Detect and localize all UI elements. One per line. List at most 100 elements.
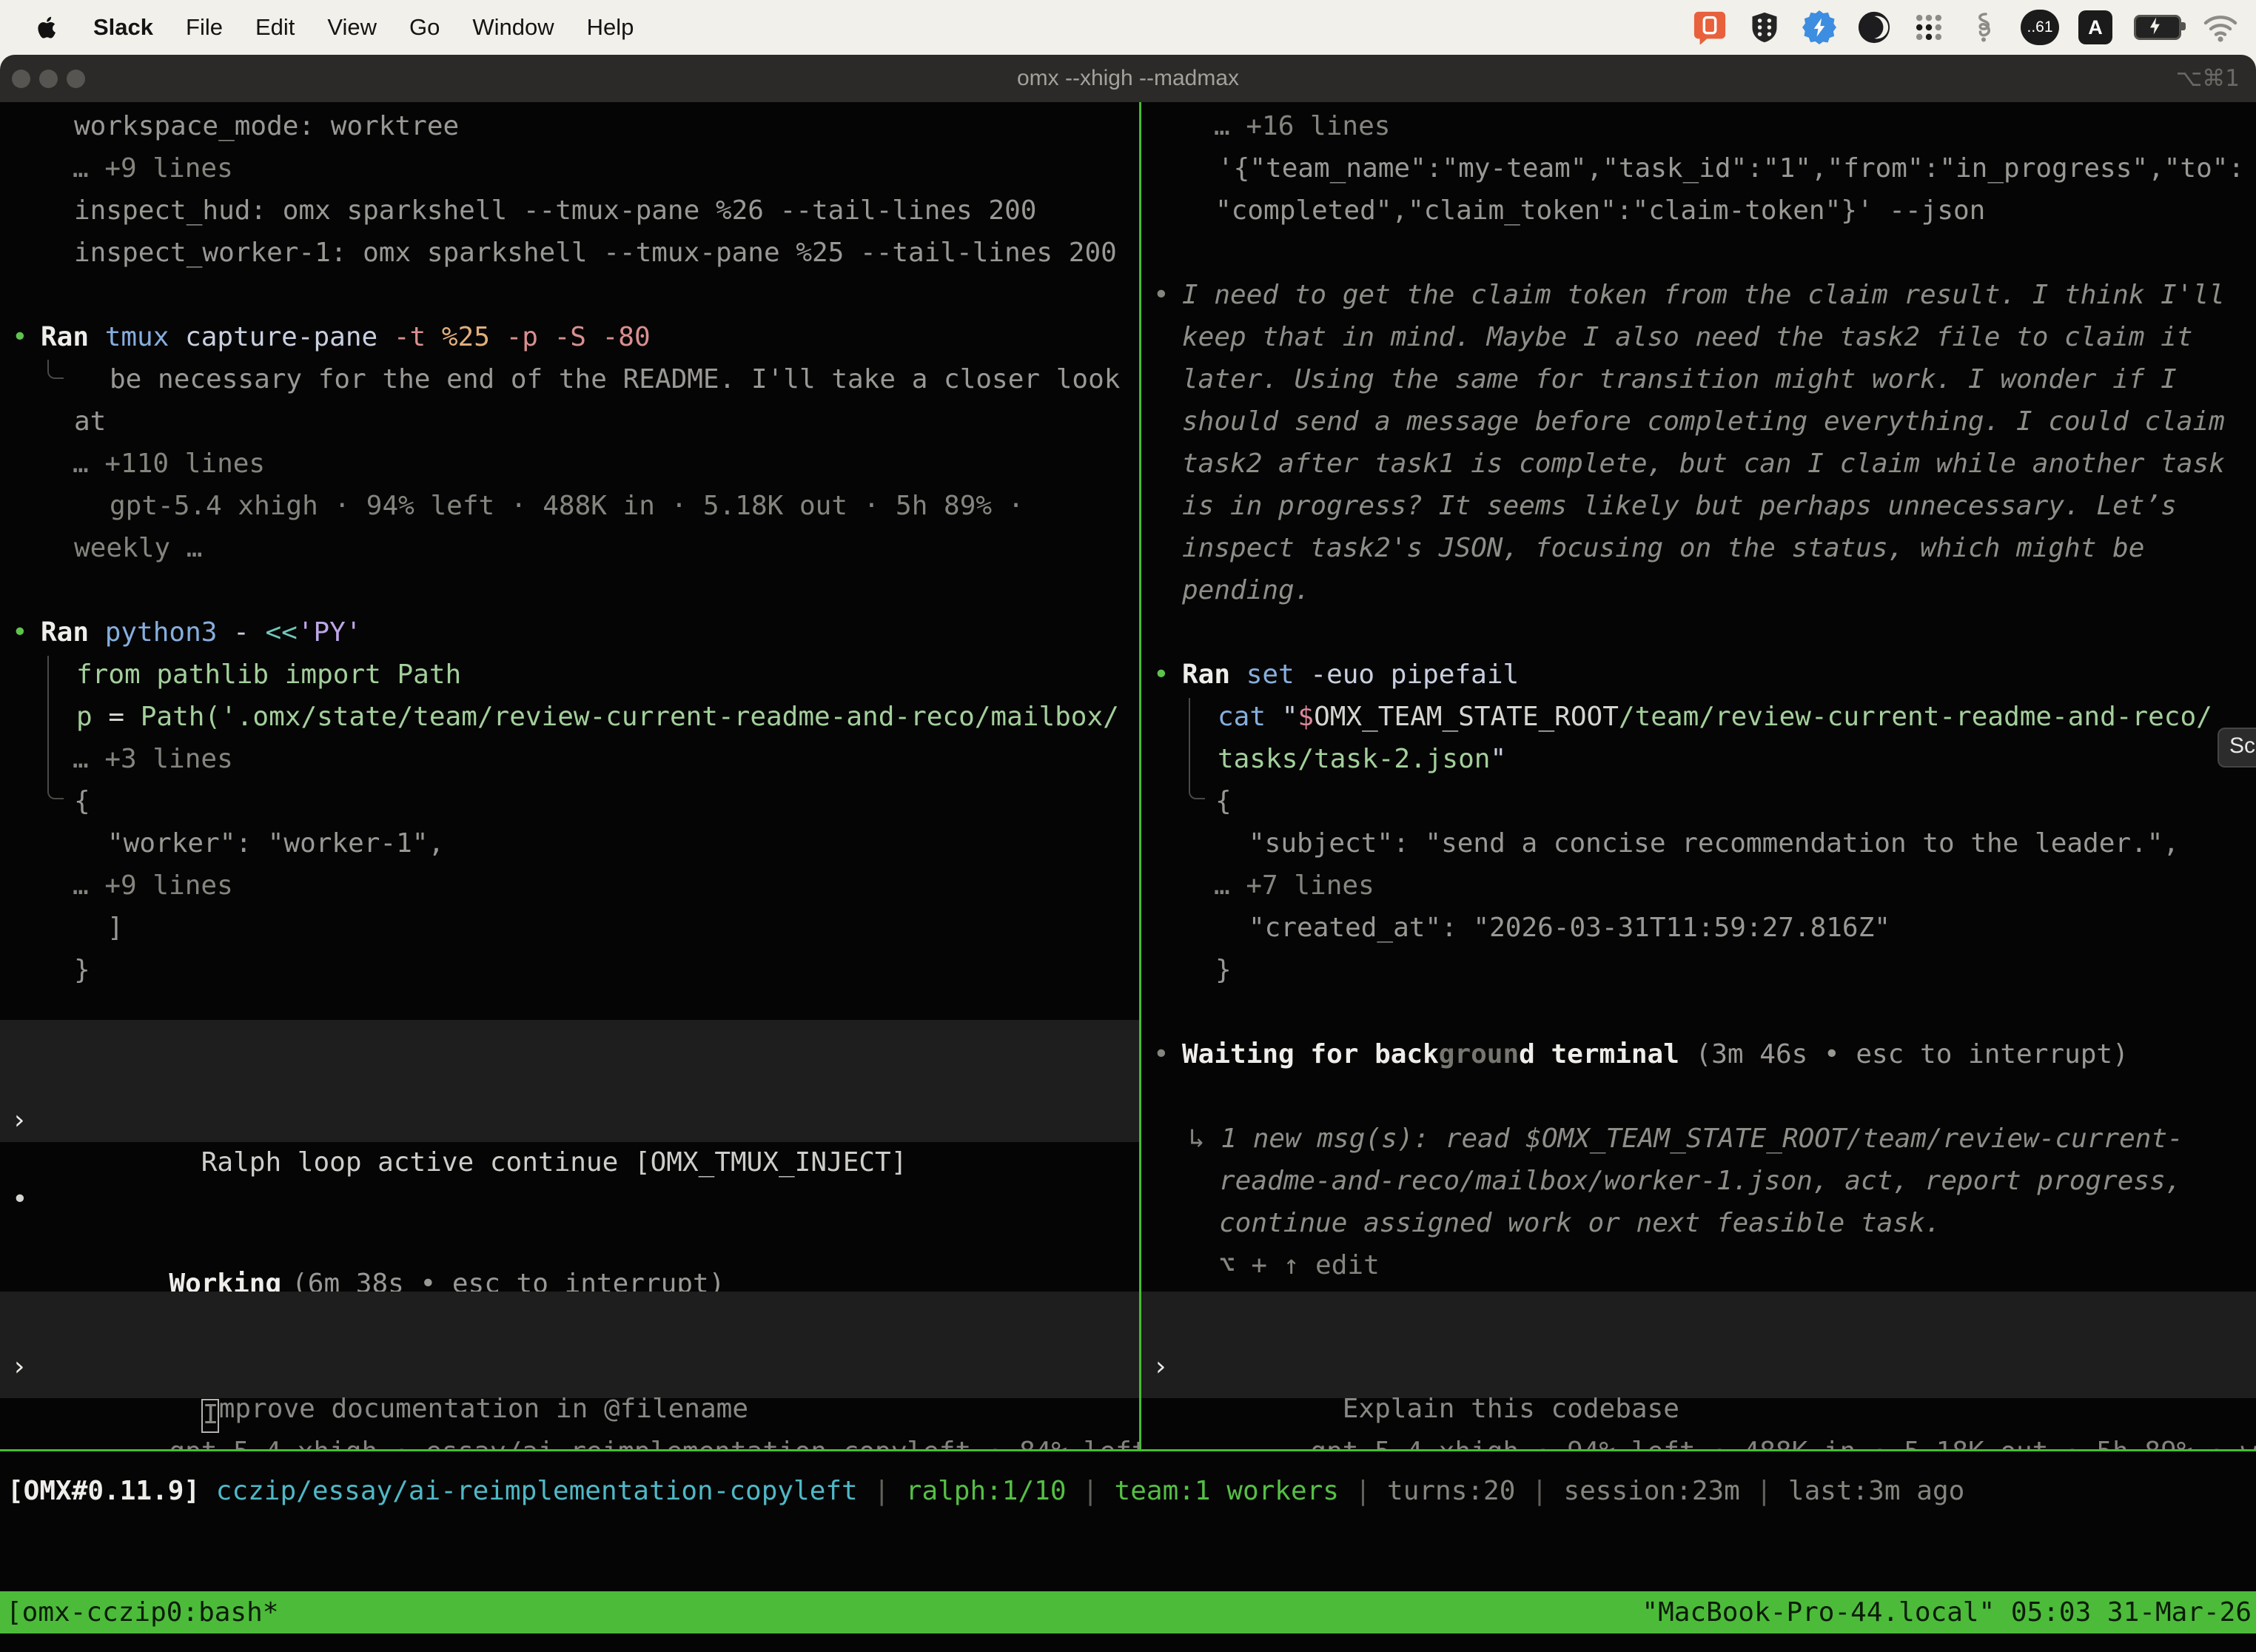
battery-icon[interactable] [2132, 10, 2183, 45]
bullet-icon: • [12, 611, 28, 654]
thinking-line: keep that in mind. Maybe I also need the… [1141, 316, 2256, 358]
text-run: ↳ [1189, 1124, 1221, 1154]
text-run: "created_at": "2026-03-31T11:59:27.816Z" [1249, 913, 1890, 943]
text-run: … +3 lines [73, 744, 233, 774]
text-run: … +9 lines [73, 153, 233, 184]
menu-item-view[interactable]: View [327, 14, 377, 41]
output-line: gpt-5.4 xhigh · 94% left · 488K in · 5.1… [0, 485, 1139, 527]
text-run: … +7 lines [1214, 870, 1374, 901]
verified-badge-icon[interactable] [1802, 10, 1837, 45]
text-run: inspect_worker-1: omx sparkshell --tmux-… [74, 238, 1117, 268]
text-run [200, 1476, 216, 1506]
blank-line [1141, 991, 2256, 1033]
text-run: Path('.omx/state/team/review-current-rea… [141, 702, 1119, 732]
text-run: | [1067, 1476, 1115, 1506]
text-run: -t [394, 322, 442, 352]
text-run: … +9 lines [73, 870, 233, 901]
menubar-items: File Edit View Go Window Help [186, 14, 634, 41]
menu-item-edit[interactable]: Edit [255, 14, 295, 41]
prompt-input-left[interactable]: › Improve documentation in @filename [0, 1292, 1139, 1398]
spinner-bullet-icon: • [12, 1178, 28, 1220]
text-run: last:3m ago [1788, 1476, 1964, 1506]
text-run: … +110 lines [73, 449, 265, 479]
output-line: "worker": "worker-1", [0, 822, 1139, 864]
tmux-pane-left[interactable]: workspace_mode: worktree … +9 lines inspec… [0, 102, 1139, 1449]
collapsed-lines-indicator: … +3 lines [0, 738, 1139, 780]
thinking-line: is in progress? It seems likely but perh… [1141, 485, 2256, 527]
output-line: '{"team_name":"my-team","task_id":"1","f… [1141, 147, 2256, 189]
output-line: ] [0, 907, 1139, 949]
moon-icon[interactable] [1856, 10, 1892, 45]
text-run: p [76, 702, 108, 732]
text-run: /team/review-current-readme-and-reco/ [1619, 702, 2212, 732]
menu-item-help[interactable]: Help [587, 14, 634, 41]
text-run: at [74, 406, 106, 437]
text-run: … +16 lines [1214, 111, 1390, 141]
output-line: inspect_worker-1: omx sparkshell --tmux-… [0, 232, 1139, 274]
collapsed-lines-indicator: … +9 lines [0, 864, 1139, 907]
dots-grid-icon[interactable] [1911, 10, 1947, 45]
bullet-icon: • [1153, 1033, 1169, 1075]
menubar-app-name[interactable]: Slack [93, 14, 153, 41]
output-line: "created_at": "2026-03-31T11:59:27.816Z" [1141, 907, 2256, 949]
menu-item-file[interactable]: File [186, 14, 223, 41]
apple-menu[interactable] [34, 12, 61, 43]
menu-item-go[interactable]: Go [409, 14, 440, 41]
session-status-line: gpt-5.4 xhigh · essay/ai-reimplementatio… [0, 1389, 1139, 1431]
text-run: [OMX#0.11.9] [7, 1476, 200, 1506]
terminal-viewport[interactable]: workspace_mode: worktree … +9 lines inspec… [0, 102, 2256, 1652]
tmux-pane-right[interactable]: … +16 lines '{"team_name":"my-team","task… [1141, 102, 2256, 1449]
count-badge-icon[interactable]: ..61 [2021, 10, 2059, 45]
text-run: task2 after task1 is complete, but can I… [1182, 449, 2225, 479]
text-run: 1 new msg(s): read $OMX_TEAM_STATE_ROOT/… [1221, 1124, 2183, 1154]
collapsed-lines-indicator: … +9 lines [0, 147, 1139, 189]
text-run: } [1215, 955, 1232, 985]
text-run: should send a message before completing … [1182, 406, 2225, 437]
text-run: { [74, 786, 90, 816]
text-run: "worker": "worker-1", [107, 828, 444, 859]
text-run: " [1282, 702, 1298, 732]
output-line: at [0, 400, 1139, 443]
text-run: tmux [105, 322, 185, 352]
tmux-host-clock: "MacBook-Pro-44.local" 05:03 31-Mar-26 [1642, 1591, 2256, 1633]
apple-icon [34, 14, 61, 41]
text-run: ⌥ + ↑ edit [1219, 1250, 1380, 1280]
prompt-input-right[interactable]: › Explain this codebase [1141, 1292, 2256, 1398]
text-run: workspace_mode: worktree [74, 111, 459, 141]
chat-icon[interactable] [1692, 10, 1728, 45]
bullet-icon: • [12, 316, 28, 358]
prompt-chevron-icon: › [11, 1346, 27, 1388]
text-run: "completed","claim_token":"claim-token"}… [1215, 195, 1985, 226]
text-run: " [1490, 744, 1506, 774]
wifi-icon[interactable] [2203, 10, 2238, 45]
text-run: Ran [1182, 659, 1246, 690]
window-titlebar[interactable]: omx --xhigh --madmax ⌥⌘1 [0, 55, 2256, 102]
text-run: session:23m [1563, 1476, 1739, 1506]
mailbox-hint-line: continue assigned work or next feasible … [1141, 1202, 2256, 1244]
thinking-line: task2 after task1 is complete, but can I… [1141, 443, 2256, 485]
text-run: d terminal [1519, 1039, 1679, 1070]
code-line: p = Path('.omx/state/team/review-current… [0, 696, 1139, 738]
collapsed-lines-indicator: … +16 lines [1141, 105, 2256, 147]
macos-menubar: Slack File Edit View Go Window Help ..61 [0, 0, 2256, 55]
text-run: weekly … [74, 533, 202, 563]
scribble-icon[interactable] [1966, 10, 2001, 45]
tmux-window-name[interactable]: [omx-cczip0:bash* [0, 1591, 278, 1633]
mailbox-hint-line: ↳ 1 new msg(s): read $OMX_TEAM_STATE_ROO… [1141, 1118, 2256, 1160]
text-run: cat [1218, 702, 1282, 732]
text-run: set [1246, 659, 1311, 690]
code-line: from pathlib import Path [0, 654, 1139, 696]
output-line: inspect_hud: omx sparkshell --tmux-pane … [0, 189, 1139, 232]
omx-hud-status: [OMX#0.11.9] cczip/essay/ai-reimplementa… [0, 1470, 2256, 1512]
text-run: readme-and-reco/mailbox/worker-1.json, a… [1219, 1166, 2181, 1196]
passcode-grid-icon[interactable] [1747, 10, 1782, 45]
menu-item-window[interactable]: Window [472, 14, 554, 41]
text-run: '{"team_name":"my-team","task_id":"1","f… [1218, 153, 2244, 184]
prompt-chevron-icon: › [1152, 1346, 1169, 1388]
text-run: Ran [41, 322, 105, 352]
input-source-icon[interactable]: A [2078, 10, 2112, 44]
thinking-line: inspect task2's JSON, focusing on the st… [1141, 527, 2256, 569]
menubar-menus: Slack File Edit View Go Window Help [0, 12, 634, 43]
output-line: { [0, 780, 1139, 822]
text-run: inspect task2's JSON, focusing on the st… [1182, 533, 2144, 563]
